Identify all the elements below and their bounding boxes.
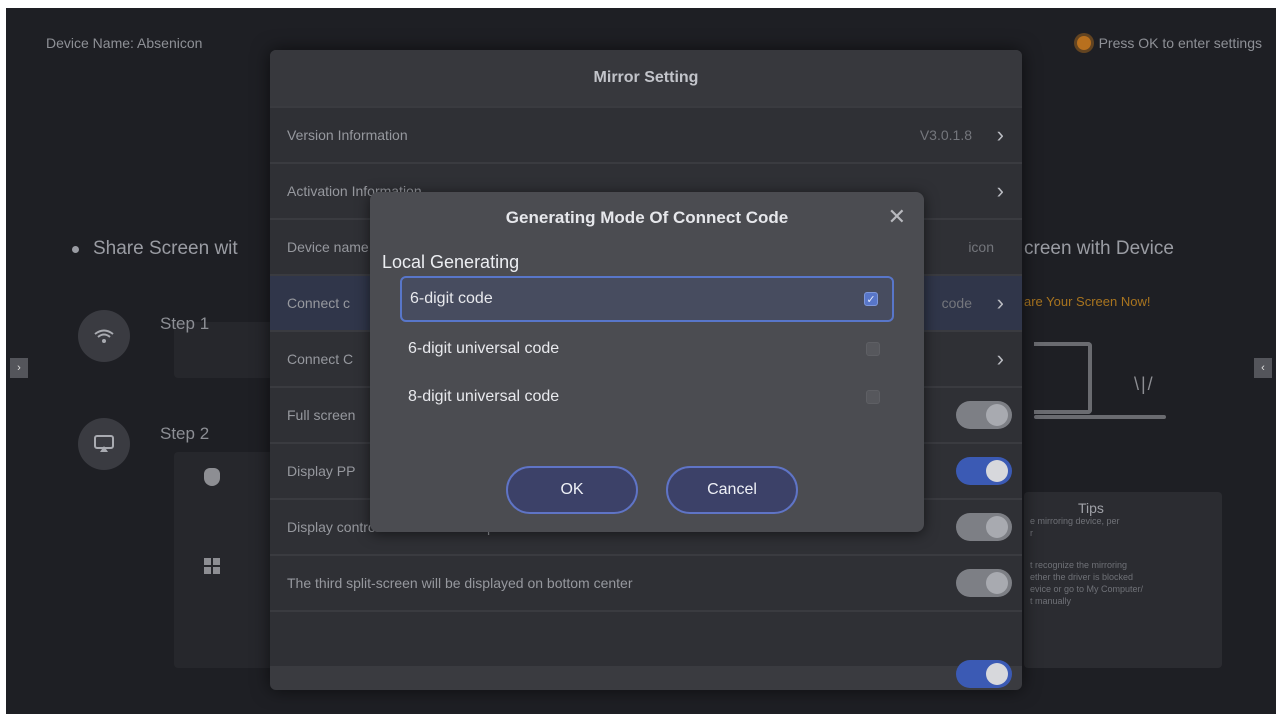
checkbox-icon[interactable] (866, 390, 880, 404)
tv-screen: Device Name: Absenicon Press OK to enter… (6, 8, 1276, 714)
tips-line: evice or go to My Computer/ (1030, 584, 1144, 594)
settings-hint-text: Press OK to enter settings (1098, 35, 1262, 51)
row-value: icon (968, 239, 994, 255)
apple-icon (204, 468, 220, 486)
tips-title: Tips (1078, 500, 1104, 516)
third-split-screen-row: The third split-screen will be displayed… (270, 554, 1022, 610)
full-screen-toggle[interactable] (956, 401, 1012, 429)
option-label: 6-digit universal code (408, 340, 560, 357)
step2-label: Step 2 (160, 424, 210, 443)
row-label: Connect C (287, 351, 354, 367)
option-label: 6-digit code (410, 290, 493, 307)
option-6-digit-code[interactable]: 6-digit code ✓ (400, 276, 894, 322)
step2-panel (174, 452, 284, 668)
dialog-title: Generating Mode Of Connect Code (505, 208, 789, 227)
tips-line: r (1030, 528, 1033, 538)
next-setting-row (270, 610, 1022, 688)
device-name-label: Device Name: Absenicon (46, 35, 203, 51)
bullet-dot-icon (72, 245, 79, 253)
laptop-base-illustration (1034, 415, 1166, 419)
nav-right-arrow-icon[interactable]: ‹ (1254, 358, 1272, 378)
mirror-setting-title: Mirror Setting (270, 50, 1022, 106)
settings-hint: Press OK to enter settings (1076, 35, 1262, 51)
row-value: code (941, 295, 972, 311)
share-screen-heading-left: Share Screen wit (72, 238, 238, 260)
tips-line: t manually (1030, 596, 1072, 606)
version-information-row[interactable]: Version Information V3.0.1.8 › (270, 106, 1022, 162)
tips-line: ether the driver is blocked (1030, 572, 1134, 582)
row-label: Device name (287, 239, 369, 255)
share-now-hint: are Your Screen Now! (1024, 294, 1151, 309)
row-label: Display PP (287, 463, 356, 479)
checkbox-checked-icon[interactable]: ✓ (864, 292, 878, 306)
option-6-digit-universal-code[interactable]: 6-digit universal code (400, 326, 894, 372)
windows-icon (204, 558, 220, 574)
share-screen-heading-right: creen with Device (1024, 238, 1174, 259)
tips-line: t recognize the mirroring (1030, 560, 1128, 570)
checkbox-icon[interactable] (866, 342, 880, 356)
third-split-screen-toggle[interactable] (956, 569, 1012, 597)
row-value: V3.0.1.8 (919, 127, 972, 143)
generating-mode-dialog: Generating Mode Of Connect Code ✕ Local … (370, 192, 924, 532)
ok-button[interactable]: OK (506, 466, 638, 514)
row-label: Version Information (287, 127, 408, 143)
tips-line: e mirroring device, per (1030, 516, 1120, 526)
option-8-digit-universal-code[interactable]: 8-digit universal code (400, 374, 894, 420)
cancel-button[interactable]: Cancel (666, 466, 798, 514)
chevron-right-icon: › (996, 290, 1004, 315)
close-icon[interactable]: ✕ (888, 206, 906, 228)
chevron-right-icon: › (996, 346, 1004, 371)
next-setting-toggle[interactable] (956, 660, 1012, 688)
row-label: The third split-screen will be displayed… (287, 575, 633, 591)
screen-mirror-icon (78, 418, 130, 470)
display-pp-toggle[interactable] (956, 457, 1012, 485)
chevron-right-icon: › (996, 178, 1004, 203)
option-label: 8-digit universal code (408, 388, 560, 405)
share-left-text: Share Screen wit (93, 238, 238, 259)
signal-spark-icon: \|/ (1134, 374, 1155, 394)
row-label: Connect c (287, 295, 351, 311)
step1-label: Step 1 (160, 314, 210, 333)
row-label: Full screen (287, 407, 356, 423)
local-generating-heading: Local Generating (382, 252, 520, 272)
control-bar-toggle[interactable] (956, 513, 1012, 541)
wifi-icon (78, 310, 130, 362)
chevron-right-icon: › (996, 122, 1004, 147)
nav-left-arrow-icon[interactable]: › (10, 358, 28, 378)
gear-icon (1076, 36, 1091, 50)
laptop-illustration (1034, 342, 1092, 414)
tips-panel: Tips e mirroring device, per r t recogni… (1024, 492, 1222, 668)
